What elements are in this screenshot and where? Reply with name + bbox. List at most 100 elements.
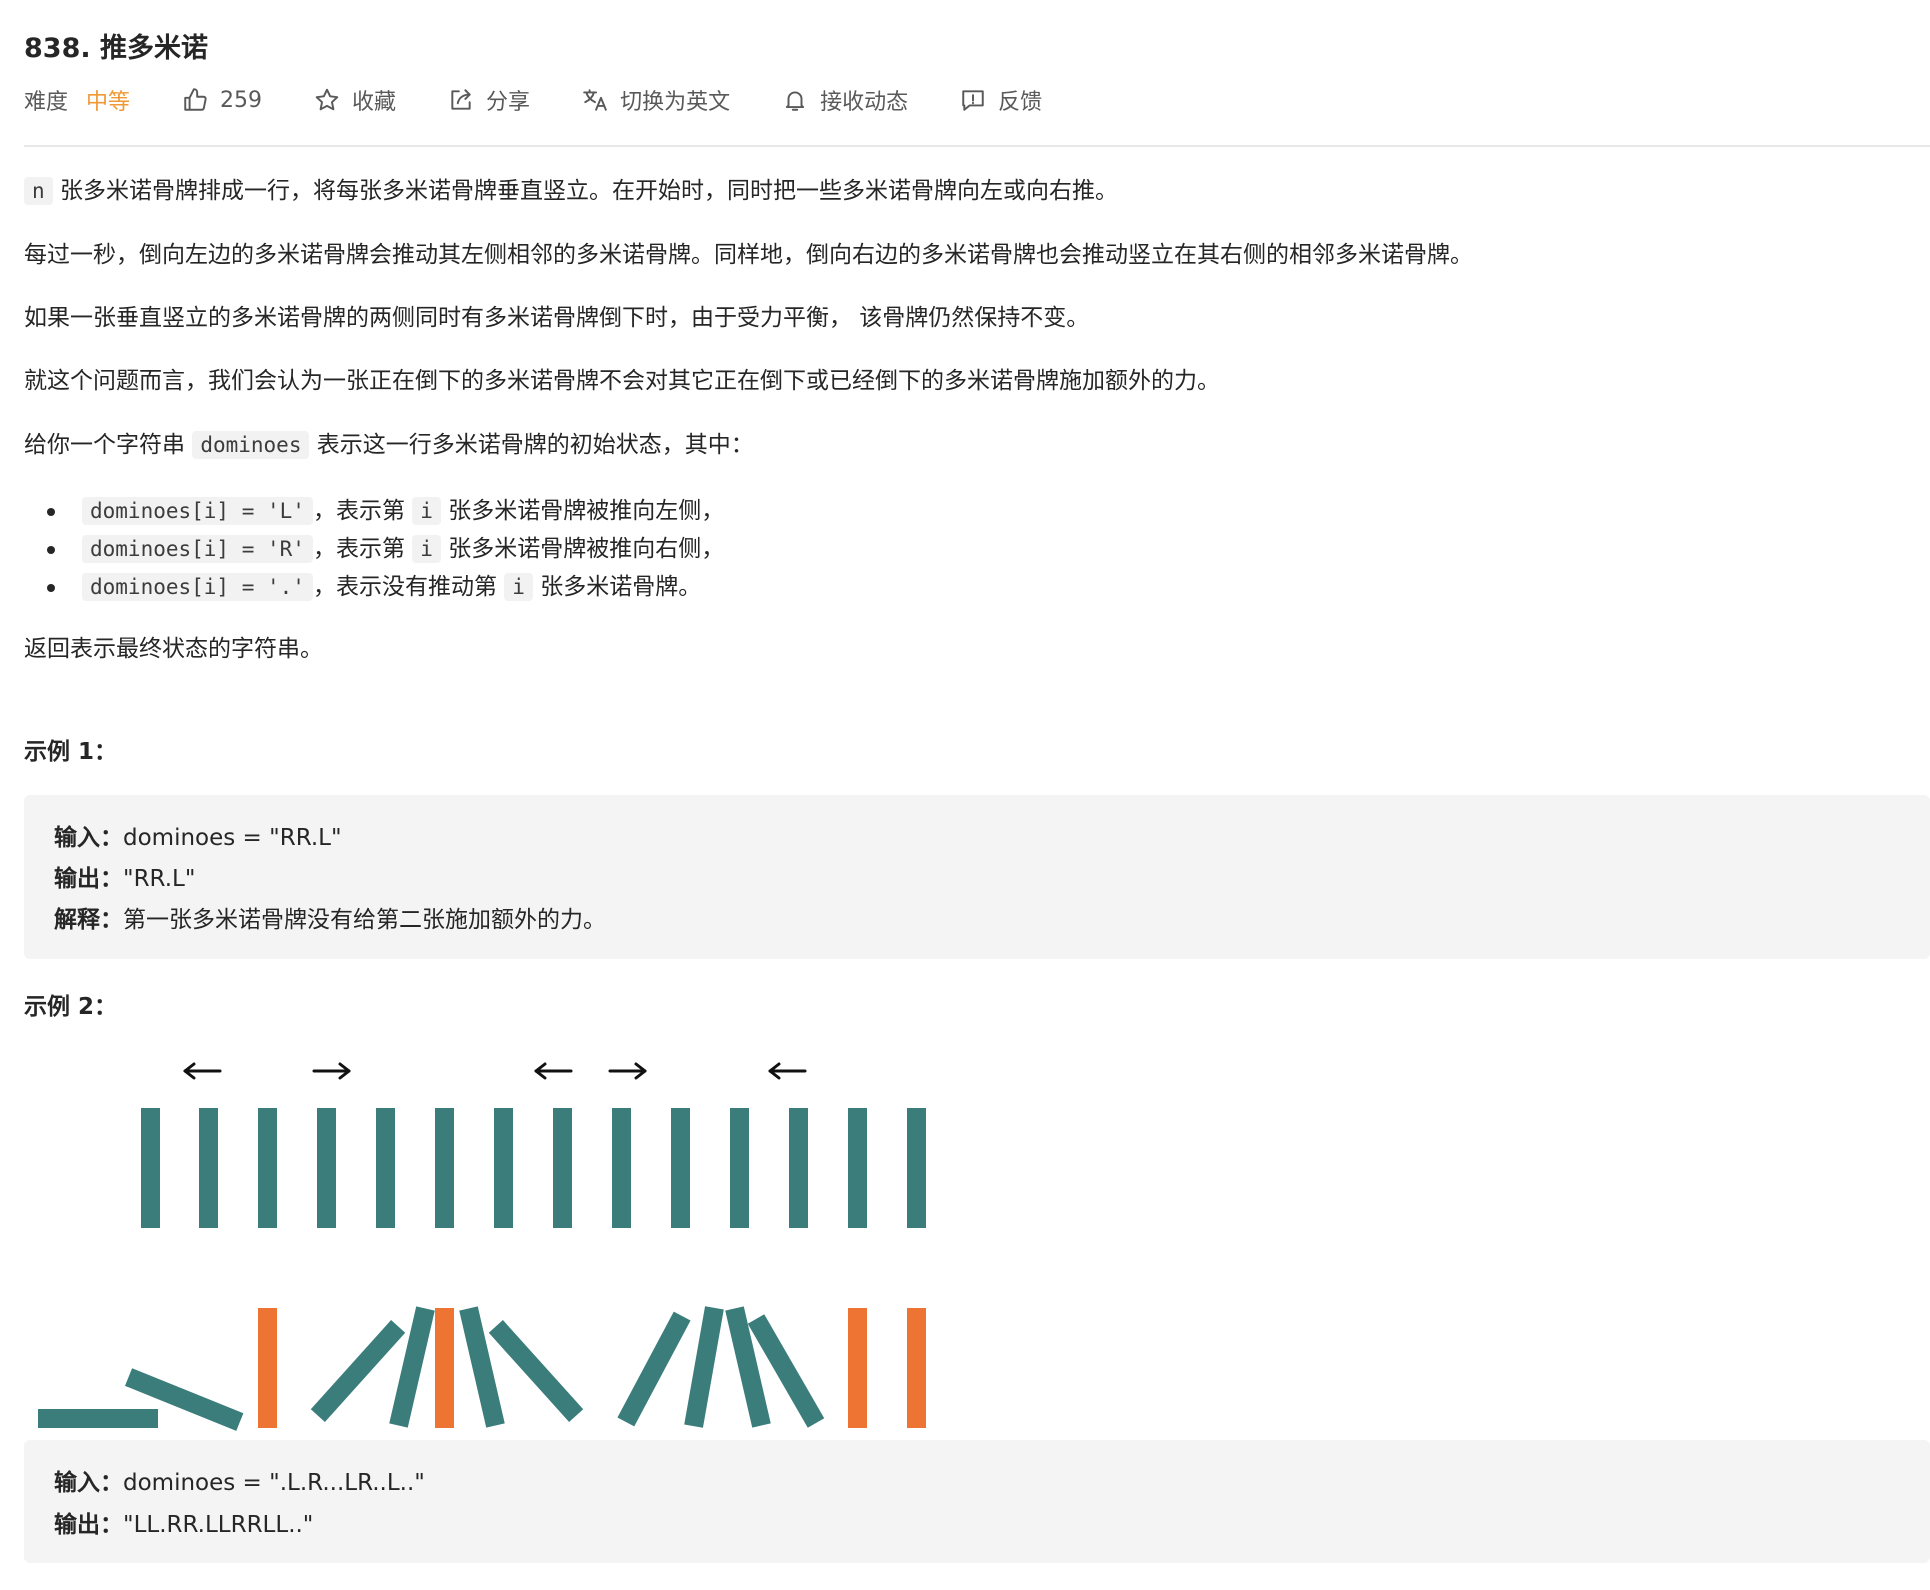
translate-icon — [583, 89, 607, 111]
inline-code: dominoes[i] = 'L' — [82, 497, 313, 525]
list-item-text: ，表示第 — [312, 498, 405, 524]
list-item-text: 张多米诺骨牌被推向右侧， — [448, 536, 725, 562]
list-item-text: ，表示第 — [312, 536, 405, 562]
share-icon — [451, 89, 471, 110]
paragraph-text: 表示这一行多米诺骨牌的初始状态，其中： — [316, 432, 754, 458]
domino-upright — [435, 1308, 454, 1428]
domino-fallen-left — [488, 1320, 584, 1422]
inline-code: i — [412, 497, 441, 525]
domino — [141, 1108, 160, 1228]
domino — [258, 1108, 277, 1228]
description-paragraph-3: 如果一张垂直竖立的多米诺骨牌的两侧同时有多米诺骨牌倒下时，由于受力平衡， 该骨牌… — [24, 305, 1090, 331]
domino — [435, 1108, 454, 1228]
description-paragraph-2: 每过一秒，倒向左边的多米诺骨牌会推动其左侧相邻的多米诺骨牌。同样地，倒向右边的多… — [24, 242, 1473, 268]
feedback-button[interactable]: 反馈 — [960, 84, 1042, 116]
difficulty-label: 难度 — [24, 90, 69, 115]
domino-upright — [258, 1308, 277, 1428]
domino — [907, 1108, 926, 1228]
thumb-up-icon — [184, 88, 207, 111]
list-item: dominoes[i] = 'L' ，表示第 i 张多米诺骨牌被推向左侧， — [46, 492, 725, 530]
example-2-box: 输入：dominoes = ".L.R...LR..L.." 输出："LL.RR… — [24, 1440, 1930, 1563]
output-label: 输出： — [54, 866, 123, 892]
inline-code: n — [24, 177, 53, 205]
example-2-title: 示例 2： — [24, 994, 118, 1020]
paragraph-text: 张多米诺骨牌排成一行，将每张多米诺骨牌垂直竖立。在开始时，同时把一些多米诺骨牌向… — [59, 178, 1118, 204]
list-item-text: 张多米诺骨牌被推向左侧， — [448, 498, 725, 524]
bell-icon — [785, 91, 805, 111]
example-1-output: 输出："RR.L" — [54, 859, 195, 893]
domino-fallen-right — [684, 1306, 724, 1428]
domino — [317, 1108, 336, 1228]
explanation-value: 第一张多米诺骨牌没有给第二张施加额外的力。 — [123, 907, 606, 933]
star-icon — [315, 88, 339, 111]
domino-fallen-right — [617, 1311, 691, 1427]
description-paragraph-6: 返回表示最终状态的字符串。 — [24, 636, 323, 662]
right-arrow-icon — [608, 1062, 647, 1080]
switch-language-button[interactable]: 切换为英文 — [582, 84, 730, 116]
output-label: 输出： — [54, 1512, 123, 1538]
favorite-button[interactable]: 收藏 — [314, 84, 396, 116]
input-label: 输入： — [54, 1470, 123, 1496]
list-item: dominoes[i] = '.' ，表示没有推动第 i 张多米诺骨牌。 — [46, 568, 724, 606]
domino-upright — [848, 1308, 867, 1428]
domino — [671, 1108, 690, 1228]
like-button[interactable]: 259 — [182, 87, 262, 113]
output-value: "RR.L" — [123, 866, 196, 892]
input-value: dominoes = "RR.L" — [123, 825, 342, 851]
domino — [612, 1108, 631, 1228]
inline-code: dominoes[i] = 'R' — [82, 535, 313, 563]
paragraph-text: 给你一个字符串 — [24, 432, 185, 458]
feedback-icon — [962, 90, 984, 111]
left-arrow-icon — [768, 1062, 807, 1080]
example-1-explanation: 解释：第一张多米诺骨牌没有给第二张施加额外的力。 — [54, 900, 606, 934]
final-dominoes — [38, 1306, 926, 1431]
input-value: dominoes = ".L.R...LR..L.." — [123, 1470, 425, 1496]
right-arrow-icon — [312, 1062, 351, 1080]
input-label: 输入： — [54, 825, 123, 851]
divider — [24, 145, 1930, 147]
example-2-output: 输出："LL.RR.LLRRLL.." — [54, 1505, 313, 1539]
switch-language-label: 切换为英文 — [620, 90, 731, 115]
inline-code: i — [504, 573, 533, 601]
problem-title: 838. 推多米诺 — [24, 33, 209, 64]
list-item-text: ，表示没有推动第 — [312, 574, 497, 600]
like-count: 259 — [220, 87, 263, 113]
initial-dominoes — [141, 1108, 926, 1228]
difficulty-value: 中等 — [86, 90, 131, 115]
dominoes-diagram — [38, 1062, 926, 1431]
left-arrow-icon — [534, 1062, 573, 1080]
inline-code: dominoes[i] = '.' — [82, 573, 313, 601]
push-arrows — [183, 1062, 807, 1080]
domino — [730, 1108, 749, 1228]
description-paragraph-5: 给你一个字符串 dominoes 表示这一行多米诺骨牌的初始状态，其中： — [24, 428, 754, 462]
notification-button[interactable]: 接收动态 — [782, 84, 908, 116]
domino — [376, 1108, 395, 1228]
output-value: "LL.RR.LLRRLL.." — [123, 1512, 314, 1538]
share-label: 分享 — [486, 90, 531, 115]
difficulty: 难度 中等 — [24, 84, 130, 116]
domino — [199, 1108, 218, 1228]
problem-toolbar: 难度 中等 259 收藏 分享 切换为英文 接收动态 反馈 — [24, 80, 1094, 120]
domino-fallen-right — [310, 1320, 406, 1422]
list-item-text: 张多米诺骨牌。 — [540, 574, 702, 600]
notification-label: 接收动态 — [820, 90, 909, 115]
explanation-label: 解释： — [54, 907, 123, 933]
list-item: dominoes[i] = 'R' ，表示第 i 张多米诺骨牌被推向右侧， — [46, 530, 725, 568]
domino-upright — [907, 1308, 926, 1428]
domino — [494, 1108, 513, 1228]
left-arrow-icon — [183, 1062, 222, 1080]
inline-code: i — [412, 535, 441, 563]
domino — [553, 1108, 572, 1228]
inline-code: dominoes — [192, 431, 310, 459]
domino — [848, 1108, 867, 1228]
example-2-input: 输入：dominoes = ".L.R...LR..L.." — [54, 1463, 425, 1497]
example-1-input: 输入：dominoes = "RR.L" — [54, 818, 342, 852]
example-1-title: 示例 1： — [24, 739, 118, 765]
rules-list: dominoes[i] = 'L' ，表示第 i 张多米诺骨牌被推向左侧， dom… — [46, 492, 725, 606]
domino-fallen-left — [38, 1409, 158, 1428]
description-paragraph-1: n 张多米诺骨牌排成一行，将每张多米诺骨牌垂直竖立。在开始时，同时把一些多米诺骨… — [24, 174, 1118, 208]
share-button[interactable]: 分享 — [448, 84, 530, 116]
example-1-box: 输入：dominoes = "RR.L" 输出："RR.L" 解释：第一张多米诺… — [24, 795, 1930, 959]
description-paragraph-4: 就这个问题而言，我们会认为一张正在倒下的多米诺骨牌不会对其它正在倒下或已经倒下的… — [24, 368, 1220, 394]
domino — [789, 1108, 808, 1228]
